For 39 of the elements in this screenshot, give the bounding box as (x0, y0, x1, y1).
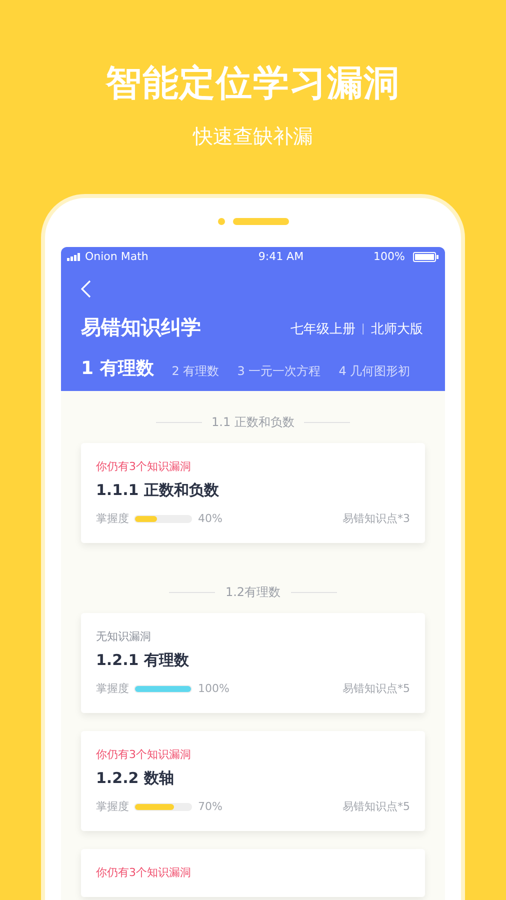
battery-percent: 100% (374, 248, 405, 265)
section-heading: 1.2有理数 (225, 584, 281, 601)
speaker-slot (232, 218, 288, 225)
mastery-percent: 40% (198, 511, 222, 527)
signal-icon (67, 253, 81, 261)
separator: | (361, 321, 365, 337)
lesson-title: 1.2.1 有理数 (96, 650, 190, 671)
carrier-name: Onion Math (85, 248, 148, 265)
error-points: 易错知识点*5 (342, 681, 410, 697)
gap-status: 你仍有3个知识漏洞 (96, 459, 192, 475)
lesson-card[interactable]: 你仍有3个知识漏洞 1.1.1 正数和负数 掌握度 40% 易错知识点*3 (81, 443, 425, 543)
mastery-label: 掌握度 (96, 511, 129, 527)
page-title: 易错知识纠学 (81, 314, 201, 341)
gap-status: 你仍有3个知识漏洞 (96, 865, 192, 881)
section-heading: 1.1 正数和负数 (212, 414, 294, 431)
mastery-percent: 100% (198, 681, 230, 697)
error-points: 易错知识点*5 (342, 799, 410, 815)
battery-icon (412, 252, 439, 262)
grade-label: 七年级上册 (290, 320, 356, 338)
status-time: 9:41 AM (258, 248, 304, 265)
lesson-card[interactable]: 你仍有3个知识漏洞 1.2.2 数轴 掌握度 70% 易错知识点*5 (81, 731, 425, 831)
lesson-card[interactable]: 无知识漏洞 1.2.1 有理数 掌握度 100% 易错知识点*5 (81, 613, 425, 713)
lesson-title: 1.1.1 正数和负数 (96, 480, 220, 501)
mastery-label: 掌握度 (96, 681, 129, 697)
lesson-title: 1.2.2 数轴 (96, 768, 175, 789)
promo-headline: 智能定位学习漏洞 (105, 62, 401, 106)
chapter-tab[interactable]: 3 一元一次方程 (237, 362, 321, 381)
edition-label: 北师大版 (371, 320, 423, 338)
gap-status: 你仍有3个知识漏洞 (96, 747, 192, 763)
chapter-tab[interactable]: 1 有理数 (81, 357, 154, 381)
chapter-tab[interactable]: 4 几何图形初 (338, 362, 410, 381)
mastery-label: 掌握度 (96, 799, 129, 815)
mastery-percent: 70% (198, 799, 222, 815)
lesson-card[interactable]: 你仍有3个知识漏洞 (81, 849, 425, 897)
promo-subheadline: 快速查缺补漏 (193, 123, 313, 150)
gap-status: 无知识漏洞 (96, 629, 152, 645)
back-icon (81, 280, 91, 298)
error-points: 易错知识点*3 (342, 511, 410, 527)
chapter-tab[interactable]: 2 有理数 (172, 362, 220, 381)
